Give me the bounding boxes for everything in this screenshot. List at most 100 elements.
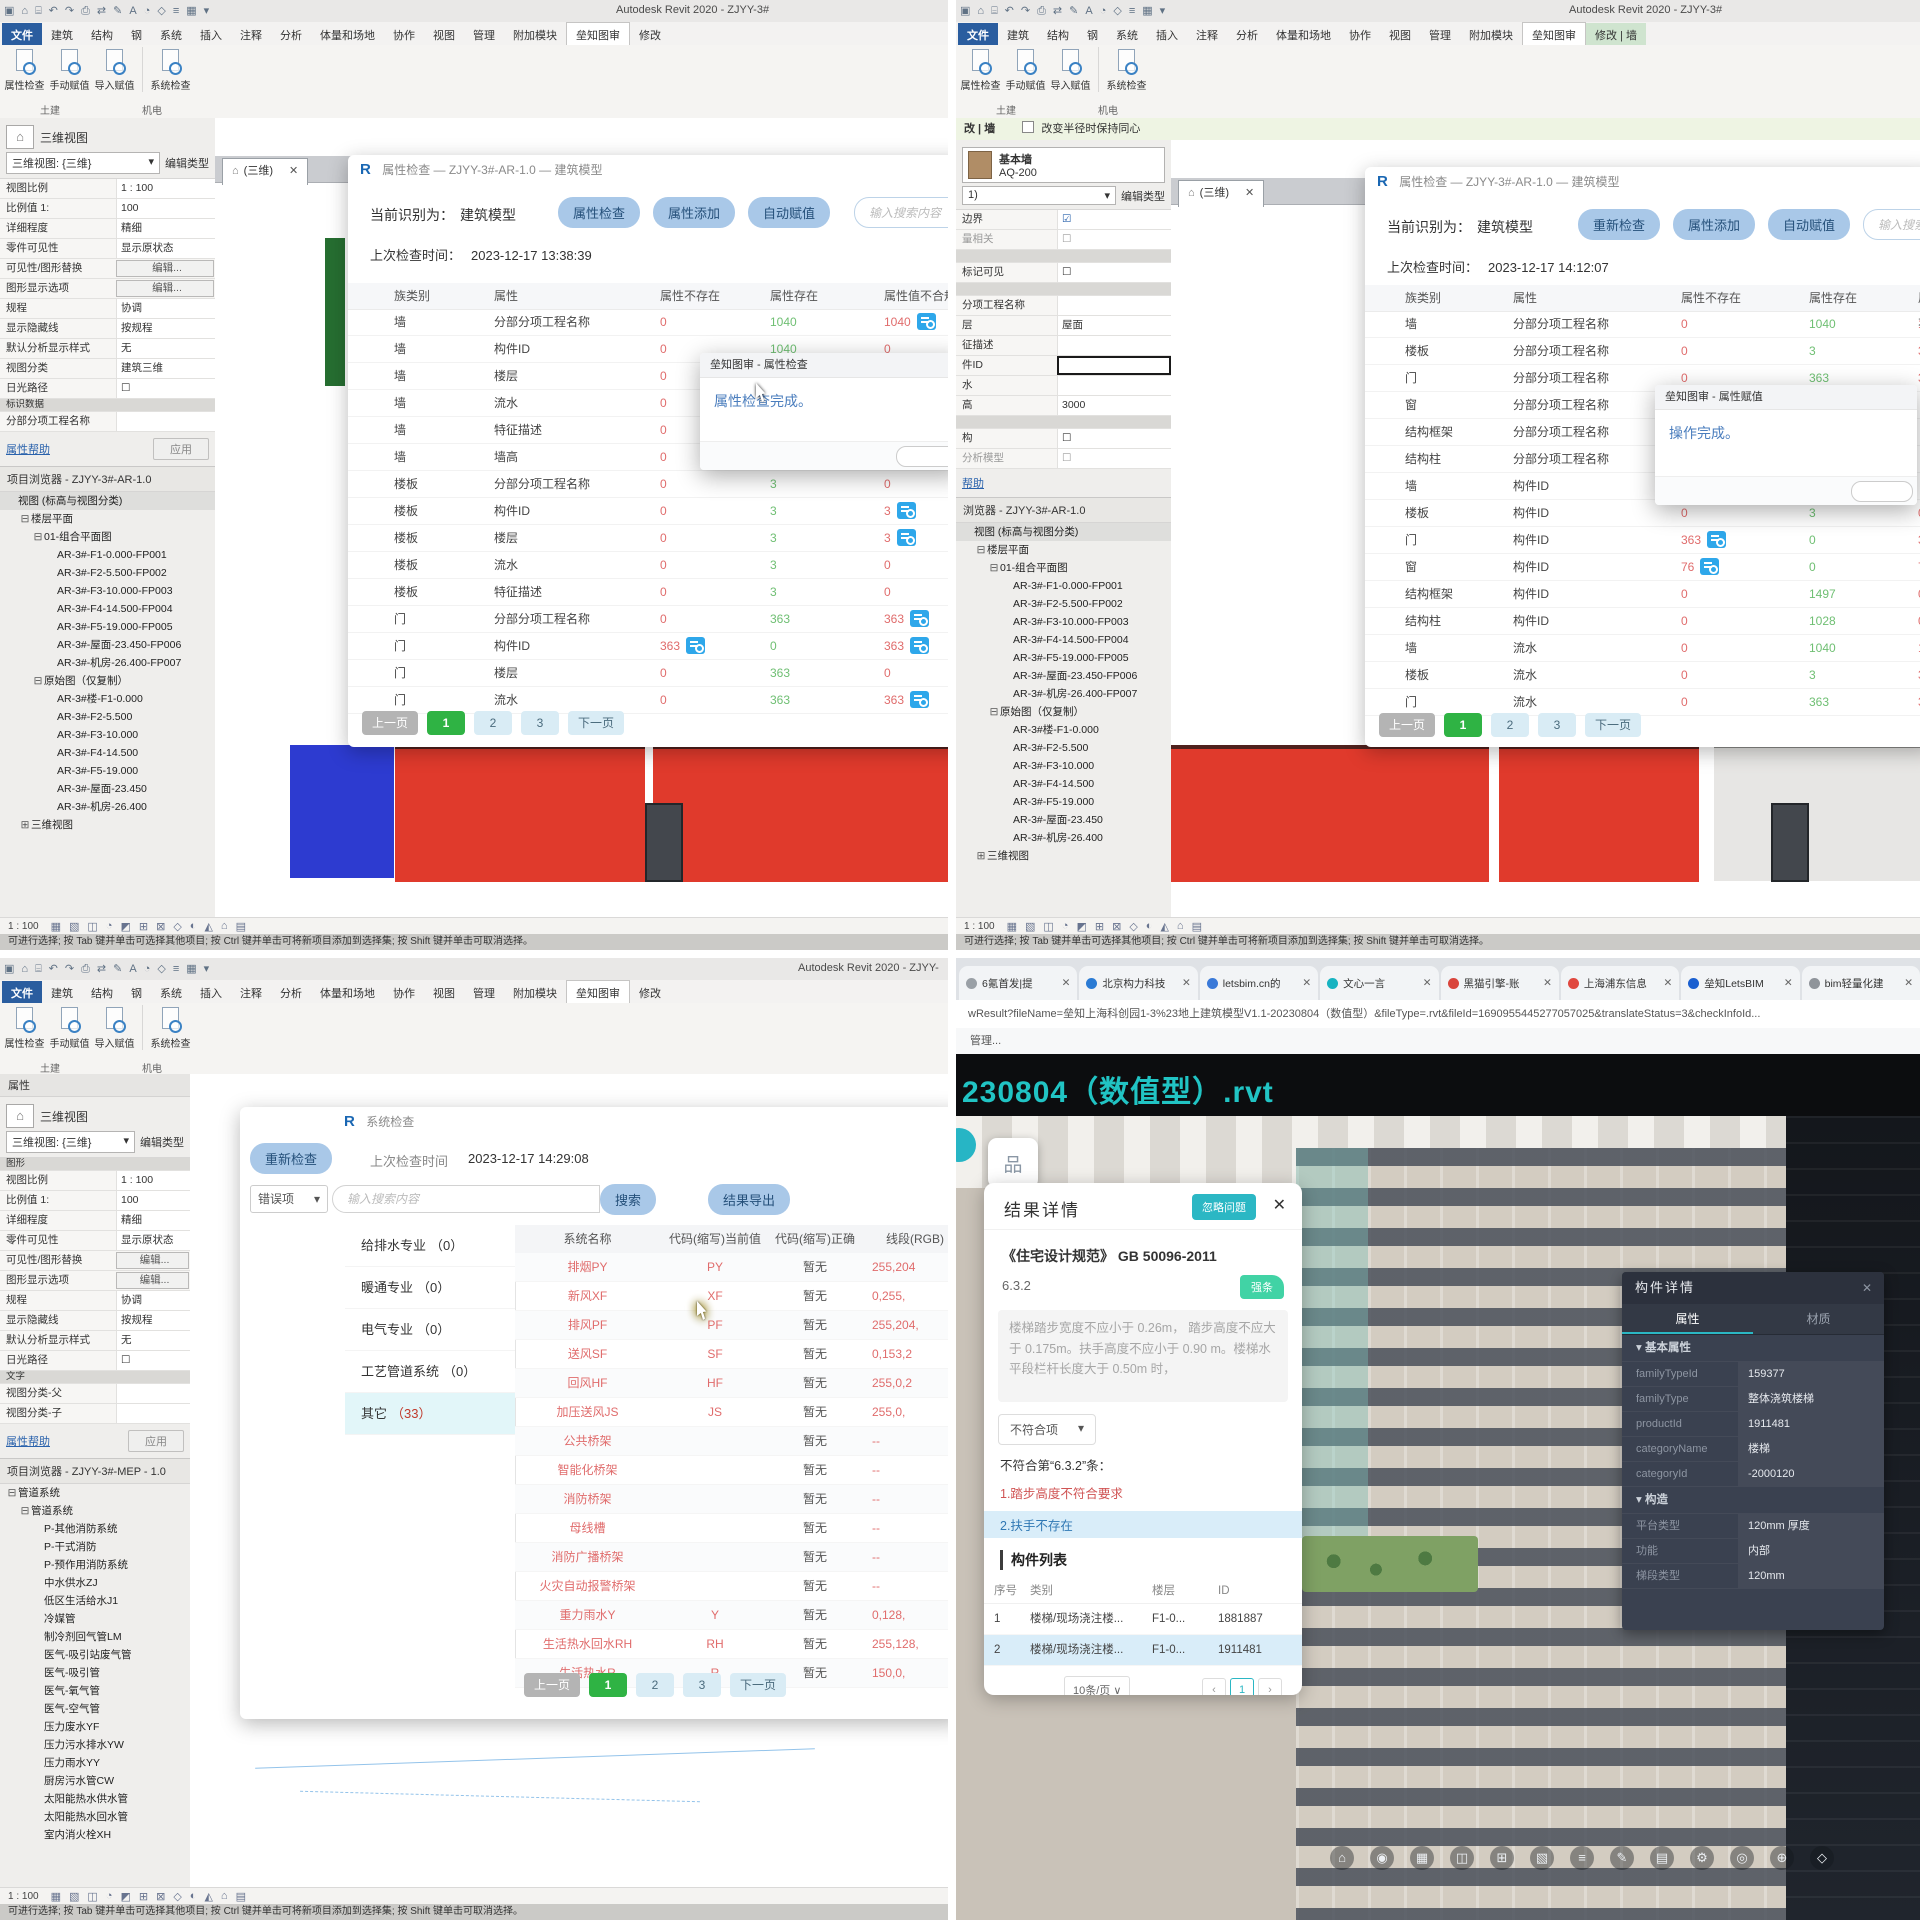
qat-icon[interactable]: ◔ — [144, 961, 151, 977]
dialog-action-button[interactable]: 重新检查 — [1578, 209, 1660, 240]
qat-icon[interactable]: ⌸ — [35, 3, 42, 19]
viewer-tool-icon[interactable]: ▤ — [1650, 1846, 1674, 1870]
page-button[interactable]: 1 — [427, 711, 465, 735]
viewer-tool-icon[interactable]: ◎ — [1730, 1846, 1754, 1870]
concentric-checkbox[interactable] — [1022, 121, 1034, 133]
page-button[interactable]: 上一页 — [1379, 713, 1435, 737]
view-control-icon[interactable]: ⌂ — [221, 920, 228, 933]
edit-type-button[interactable]: 编辑类型 — [165, 155, 209, 171]
system-row[interactable]: 排烟PY PY 暂无 255,204 — [515, 1253, 948, 1282]
detail-tab[interactable]: 材质 — [1753, 1304, 1884, 1334]
locate-elements-icon[interactable] — [1707, 531, 1726, 548]
view-control-icon[interactable]: ◔ — [106, 1890, 113, 1903]
property-row[interactable]: 显示隐藏线按规程 — [0, 319, 215, 339]
qat-icon[interactable]: A — [129, 3, 136, 19]
browser-tree-item[interactable]: AR-3#-屋面-23.450 — [956, 811, 1171, 829]
recheck-button[interactable]: 重新检查 — [250, 1143, 332, 1174]
close-tab-icon[interactable]: ✕ — [1062, 977, 1071, 989]
browser-tree-item[interactable]: AR-3#-机房-26.400-FP007 — [0, 654, 215, 672]
view-control-icon[interactable]: ◇ — [173, 1890, 181, 1903]
qat-icon[interactable]: ≡ — [173, 3, 179, 19]
close-tab-icon[interactable]: ✕ — [1784, 977, 1793, 989]
qat-icon[interactable]: ▣ — [4, 3, 14, 19]
browser-tree-item[interactable]: AR-3#楼-F1-0.000 — [0, 690, 215, 708]
ok-button[interactable] — [896, 446, 948, 467]
view-tab[interactable]: ⌂(三维)✕ — [222, 158, 308, 185]
qat-icon[interactable]: ▾ — [204, 3, 210, 19]
bim-3d-viewer[interactable]: 品 结果详情 忽略问题 ✕ 《住宅设计规范》 GB 50096-2011 6.3… — [956, 1116, 1920, 1920]
violation-item[interactable]: 1.踏步高度不符合要求 — [984, 1479, 1302, 1506]
qat-icon[interactable]: ⌂ — [21, 3, 28, 19]
browser-tree-item[interactable]: AR-3#-F4-14.500 — [956, 775, 1171, 793]
ignore-issue-button[interactable]: 忽略问题 — [1192, 1194, 1256, 1220]
qat-icon[interactable]: ↷ — [65, 961, 74, 977]
qat-icon[interactable]: ▣ — [4, 961, 14, 977]
apply-button[interactable]: 应用 — [153, 438, 209, 460]
browser-tree-item[interactable]: 医气-空气管 — [0, 1700, 190, 1718]
close-tab-icon[interactable]: ✕ — [1182, 977, 1191, 989]
browser-tree-item[interactable]: ⊟原始图（仅复制） — [956, 703, 1171, 721]
browser-tree-item[interactable]: AR-3#-F4-14.500-FP004 — [0, 600, 215, 618]
browser-tree-item[interactable]: AR-3#-F3-10.000 — [0, 726, 215, 744]
discipline-item[interactable]: 暖通专业（0） — [345, 1267, 515, 1309]
browser-tree-item[interactable]: AR-3#-F2-5.500-FP002 — [956, 595, 1171, 613]
property-row[interactable]: 量相关☐ — [956, 230, 1171, 250]
type-selector[interactable]: 三维视图: {三维}▾ — [6, 152, 160, 174]
ok-button[interactable] — [1851, 481, 1913, 502]
browser-tree-item[interactable]: AR-3#-F1-0.000-FP001 — [0, 546, 215, 564]
browser-tree-item[interactable]: AR-3#-F4-14.500 — [0, 744, 215, 762]
viewer-tool-icon[interactable]: ≡ — [1570, 1846, 1594, 1870]
view-control-icon[interactable]: ◩ — [120, 920, 130, 933]
view-control-icon[interactable]: ▧ — [69, 1890, 79, 1903]
system-row[interactable]: 排风PF PF 暂无 255,204, — [515, 1311, 948, 1340]
property-row[interactable]: 详细程度精细 — [0, 1211, 190, 1231]
qat-icon[interactable]: ◔ — [144, 3, 151, 19]
page-button[interactable]: 2 — [474, 711, 512, 735]
qat-icon[interactable]: ▦ — [1142, 3, 1152, 19]
discipline-item[interactable]: 给排水专业（0） — [345, 1225, 515, 1267]
qat-icon[interactable]: ✎ — [1069, 3, 1078, 19]
system-row[interactable]: 送风SF SF 暂无 0,153,2 — [515, 1340, 948, 1369]
browser-tree-item[interactable]: 视图 (标高与视图分类) — [956, 523, 1171, 541]
zoom-level[interactable]: 1 : 100 — [964, 921, 995, 932]
view-control-icon[interactable]: ◭ — [1160, 920, 1168, 933]
bookmarks-bar[interactable]: 管理... — [956, 1028, 1920, 1055]
search-button[interactable]: 搜索 — [600, 1184, 656, 1215]
browser-tree-item[interactable]: 冷媒管 — [0, 1610, 190, 1628]
dialog-action-button[interactable]: 属性添加 — [653, 197, 735, 228]
properties-help-link[interactable]: 属性帮助 — [6, 1433, 50, 1449]
property-row[interactable]: 图形显示选项编辑... — [0, 1271, 190, 1291]
browser-tree-item[interactable]: AR-3#-F3-10.000-FP003 — [956, 613, 1171, 631]
browser-tree-item[interactable]: 压力废水YF — [0, 1718, 190, 1736]
browser-tab[interactable]: 6氪首发|提 ✕ — [959, 966, 1077, 1000]
tree-expander-icon[interactable]: ⊟ — [988, 703, 1000, 721]
locate-elements-icon[interactable] — [910, 637, 929, 654]
tree-expander-icon[interactable]: ⊟ — [988, 559, 1000, 577]
browser-tree-item[interactable]: ⊞三维视图 — [0, 816, 215, 834]
ribbon-button[interactable]: 属性检查 — [958, 47, 1003, 92]
browser-tree-item[interactable]: AR-3#-机房-26.400 — [0, 798, 215, 816]
qat-icon[interactable]: ▾ — [204, 961, 210, 977]
browser-tree-item[interactable]: AR-3#-屋面-23.450 — [0, 780, 215, 798]
qat-icon[interactable]: ≡ — [173, 961, 179, 977]
property-row[interactable]: 比例值 1:100 — [0, 1191, 190, 1211]
view-control-icon[interactable]: ◔ — [1062, 920, 1069, 933]
type-selector[interactable]: 基本墙AQ-200 — [962, 147, 1165, 183]
browser-tab[interactable]: 垒知LetsBIM ✕ — [1681, 966, 1799, 1000]
view-control-icon[interactable]: ◔ — [106, 920, 113, 933]
dialog-action-button[interactable]: 属性添加 — [1673, 209, 1755, 240]
view-control-icon[interactable]: ▤ — [236, 1890, 246, 1903]
view-control-icon[interactable]: ⌂ — [221, 1890, 228, 1903]
qat-icon[interactable]: ⌂ — [977, 3, 984, 19]
ribbon-button[interactable]: 属性检查 — [2, 1005, 47, 1050]
view-control-icon[interactable]: ◐ — [190, 1890, 197, 1903]
table-row[interactable]: 门 流水 0 363 363 — [348, 687, 948, 714]
property-row[interactable]: 图形显示选项编辑... — [0, 279, 215, 299]
browser-tree-item[interactable]: 厨房污水管CW — [0, 1772, 190, 1790]
browser-tree-item[interactable]: ⊞三维视图 — [956, 847, 1171, 865]
qat-icon[interactable]: A — [1085, 3, 1092, 19]
browser-tree-item[interactable]: 低区生活给水J1 — [0, 1592, 190, 1610]
ribbon-button[interactable]: 手动赋值 — [1003, 47, 1048, 92]
qat-icon[interactable]: ↷ — [65, 3, 74, 19]
search-input[interactable]: 输入搜索内容 — [332, 1185, 600, 1213]
